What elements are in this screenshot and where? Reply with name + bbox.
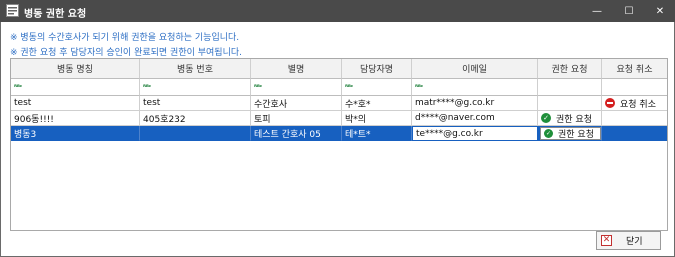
cell-nickname[interactable]: 수간호사 <box>251 96 342 111</box>
filter-cell-ward-no[interactable]: ᴿᴮᶜ <box>140 79 251 96</box>
cell-ward-name[interactable]: 906동!!!! <box>11 111 140 126</box>
cell-manager[interactable]: 수*호* <box>342 96 412 111</box>
cell-request <box>538 96 602 111</box>
request-permission-button[interactable]: ✓ 권한 요청 <box>540 126 601 140</box>
window-title: 병동 권한 요청 <box>24 9 87 20</box>
column-header-ward-no[interactable]: 병동 번호 <box>140 59 251 79</box>
close-window-button[interactable]: ✕ <box>643 0 675 22</box>
cell-nickname[interactable]: 테스트 간호사 05 <box>251 126 342 141</box>
table-row[interactable]: 906동!!!! 405호232 토피 박*의 d****@naver.com … <box>11 111 667 126</box>
minimize-button[interactable]: — <box>580 0 614 22</box>
cell-manager[interactable]: 테*트* <box>342 126 412 141</box>
filter-cell-email[interactable]: ᴿᴮᶜ <box>412 79 538 96</box>
close-button[interactable]: ✕ 닫기 <box>596 231 661 250</box>
cell-email[interactable]: d****@naver.com <box>412 111 538 126</box>
ward-app-icon <box>6 4 19 17</box>
cell-ward-no[interactable] <box>140 126 251 141</box>
cell-ward-no[interactable]: 405호232 <box>140 111 251 126</box>
maximize-icon: ☐ <box>624 5 634 17</box>
filter-cell-ward-name[interactable]: ᴿᴮᶜ <box>11 79 140 96</box>
cell-cancel[interactable]: 요청 취소 <box>602 96 667 111</box>
notice-text: ※ 병동의 수간호사가 되기 위해 권한을 요청하는 기능입니다. <box>10 33 240 43</box>
column-header-ward-name[interactable]: 병동 명칭 <box>11 59 140 79</box>
filter-icon: ᴿᴮᶜ <box>143 83 152 91</box>
filter-icon: ᴿᴮᶜ <box>415 83 424 91</box>
minimize-icon: — <box>592 5 602 17</box>
cell-manager[interactable]: 박*의 <box>342 111 412 126</box>
cell-nickname[interactable]: 토피 <box>251 111 342 126</box>
ward-grid: 병동 명칭 병동 번호 별명 담당자명 이메일 권한 요청 요청 취소 ᴿᴮᶜ … <box>10 58 668 231</box>
column-header-manager[interactable]: 담당자명 <box>342 59 412 79</box>
close-button-label: 닫기 <box>626 237 643 247</box>
request-permission-label: 권한 요청 <box>558 129 594 140</box>
column-header-cancel[interactable]: 요청 취소 <box>602 59 667 79</box>
cell-email-editing[interactable]: te****@g.co.kr <box>412 126 538 141</box>
cell-request[interactable]: ✓ 권한 요청 <box>538 126 602 141</box>
column-header-nickname[interactable]: 별명 <box>251 59 342 79</box>
close-x-icon: ✕ <box>601 235 612 246</box>
cell-email[interactable]: matr****@g.co.kr <box>412 96 538 111</box>
cell-ward-no[interactable]: test <box>140 96 251 111</box>
no-entry-icon <box>605 98 615 108</box>
filter-cell-request <box>538 79 602 96</box>
cancel-request-label: 요청 취소 <box>620 99 656 110</box>
filter-cell-nickname[interactable]: ᴿᴮᶜ <box>251 79 342 96</box>
column-header-email[interactable]: 이메일 <box>412 59 538 79</box>
cell-cancel <box>602 111 667 126</box>
cell-cancel <box>602 126 667 141</box>
filter-cell-cancel <box>602 79 667 96</box>
check-circle-icon: ✓ <box>541 113 551 123</box>
cell-ward-name[interactable]: 병동3 <box>11 126 140 141</box>
dialog-body: ※ 병동의 수간호사가 되기 위해 권한을 요청하는 기능입니다. ※ 권한 요… <box>0 22 675 257</box>
filter-row: ᴿᴮᶜ ᴿᴮᶜ ᴿᴮᶜ ᴿᴮᶜ ᴿᴮᶜ <box>11 79 667 96</box>
maximize-button[interactable]: ☐ <box>612 0 646 22</box>
cancel-request-button[interactable]: 요청 취소 <box>605 97 656 110</box>
title-bar: 병동 권한 요청 — ☐ ✕ <box>0 0 675 22</box>
grid-header: 병동 명칭 병동 번호 별명 담당자명 이메일 권한 요청 요청 취소 <box>11 59 667 79</box>
table-row[interactable]: test test 수간호사 수*호* matr****@g.co.kr 요청 … <box>11 96 667 111</box>
column-header-request[interactable]: 권한 요청 <box>538 59 602 79</box>
filter-icon: ᴿᴮᶜ <box>14 83 23 91</box>
request-permission-button[interactable]: ✓ 권한 요청 <box>541 112 592 125</box>
filter-cell-manager[interactable]: ᴿᴮᶜ <box>342 79 412 96</box>
filter-icon: ᴿᴮᶜ <box>254 83 263 91</box>
notice-text: ※ 권한 요청 후 담당자의 승인이 완료되면 권한이 부여됩니다. <box>10 48 243 58</box>
table-row-selected[interactable]: 병동3 테스트 간호사 05 테*트* te****@g.co.kr ✓ 권한 … <box>11 126 667 141</box>
check-circle-icon: ✓ <box>544 128 553 138</box>
filter-icon: ᴿᴮᶜ <box>345 83 354 91</box>
close-icon: ✕ <box>655 5 665 17</box>
cell-request[interactable]: ✓ 권한 요청 <box>538 111 602 126</box>
request-permission-label: 권한 요청 <box>556 114 592 125</box>
cell-ward-name[interactable]: test <box>11 96 140 111</box>
